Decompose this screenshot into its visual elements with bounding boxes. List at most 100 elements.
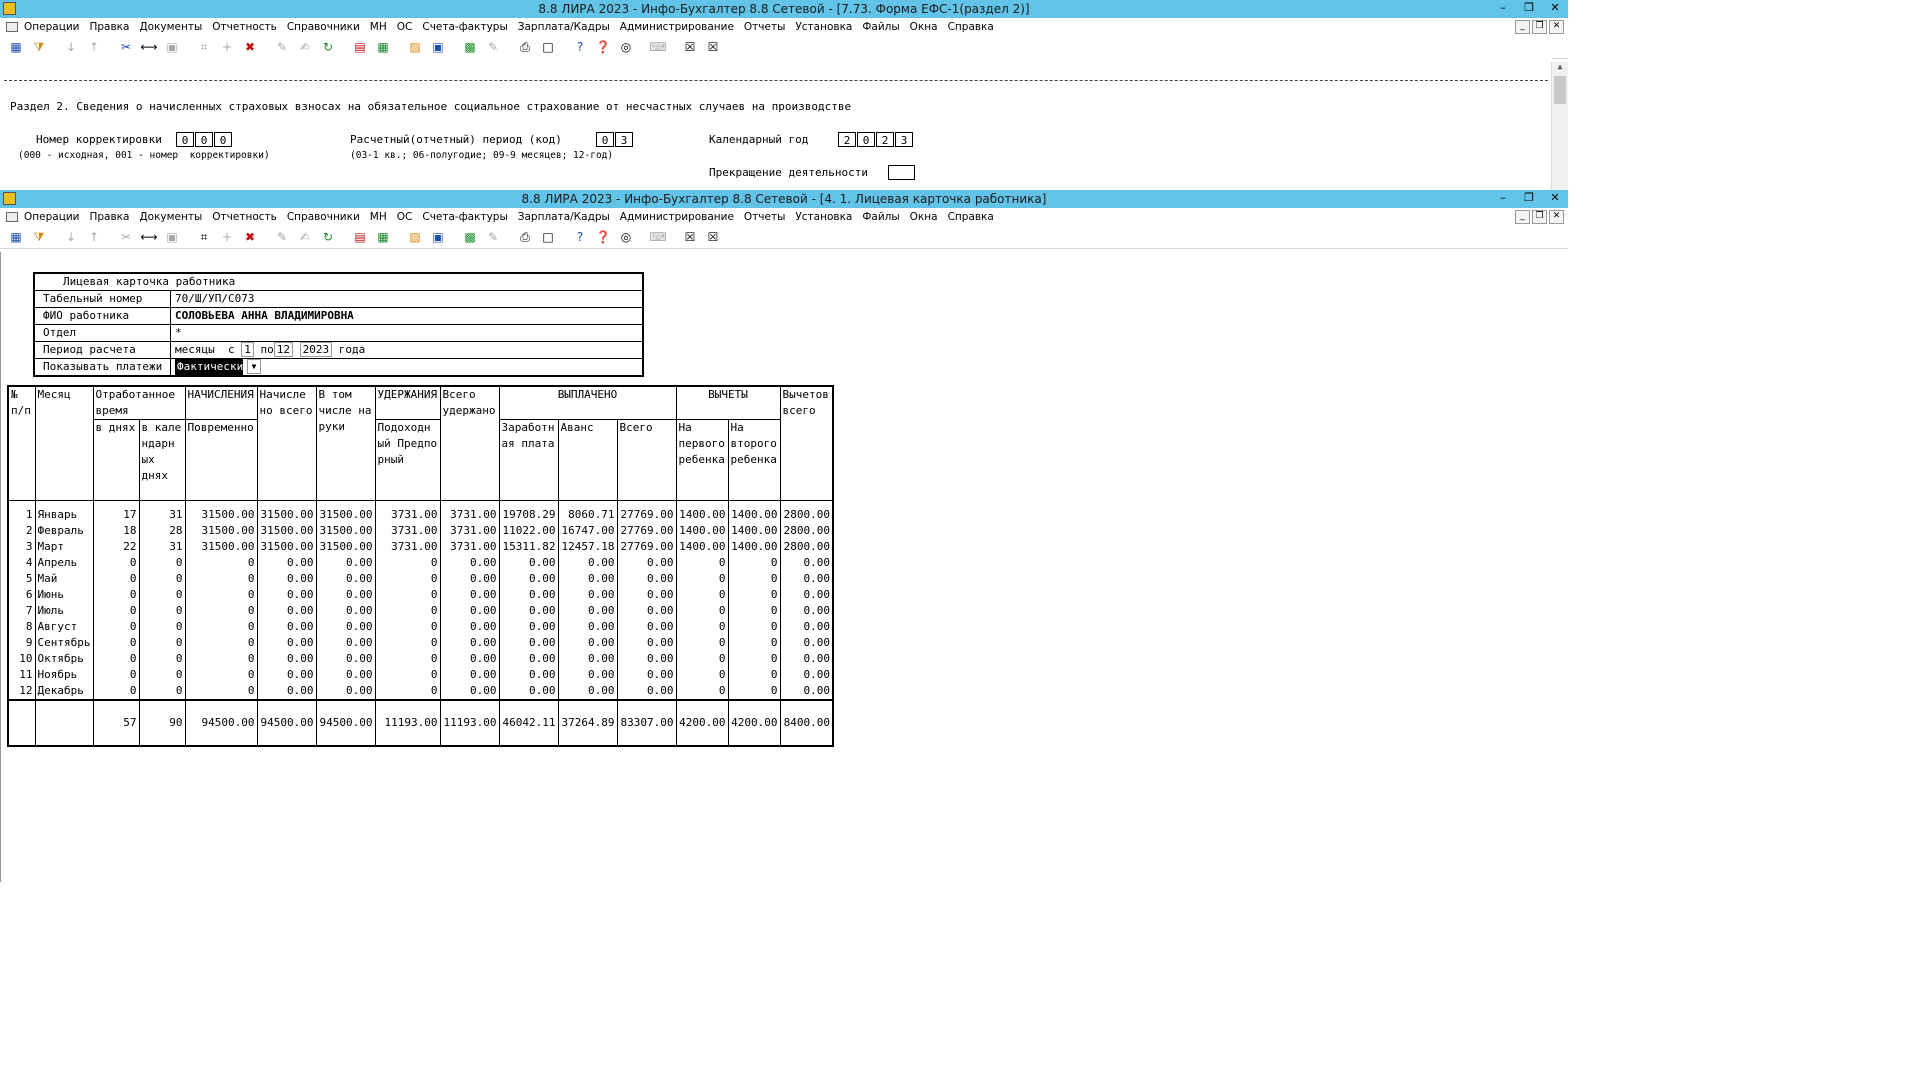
doc-minimize-button[interactable]: _ <box>1515 210 1530 224</box>
withheld-total-cell[interactable]: 0.00 <box>439 683 500 700</box>
second-child-deduction-cell[interactable]: 0 <box>727 635 781 651</box>
deductions-total-cell[interactable]: 0.00 <box>779 619 834 635</box>
days-worked-cell[interactable]: 0 <box>92 683 140 700</box>
net-pay-cell[interactable]: 0.00 <box>315 555 376 571</box>
income-tax-cell[interactable]: 0 <box>374 619 441 635</box>
time-based-accrual-cell[interactable]: 31500.00 <box>184 523 258 539</box>
table-row[interactable]: 8 Август 0 0 0 0.00 0.00 0 0.00 0.00 0.00 0.00 0 0 0.0… <box>7 619 834 635</box>
calendar-days-cell[interactable]: 0 <box>138 683 186 700</box>
time-based-accrual-cell[interactable]: 0 <box>184 571 258 587</box>
second-child-deduction-cell[interactable]: 0 <box>727 603 781 619</box>
scroll-up-icon[interactable]: ▲ <box>1552 62 1568 71</box>
withheld-total-cell[interactable]: 0.00 <box>439 651 500 667</box>
advance-paid-cell[interactable]: 12457.18 <box>557 539 618 555</box>
income-tax-cell[interactable]: 0 <box>374 555 441 571</box>
second-child-deduction-cell[interactable]: 0 <box>727 651 781 667</box>
paid-total-cell[interactable]: 27769.00 <box>616 539 677 555</box>
table-row[interactable]: 11 Ноябрь 0 0 0 0.00 0.00 0 0.00 0.00 0.00 0.00 0 0 0.… <box>7 667 834 683</box>
paste-icon[interactable]: ▣ <box>162 38 182 56</box>
second-child-deduction-cell[interactable]: 0 <box>727 571 781 587</box>
open-folder-icon[interactable]: ▨ <box>405 228 425 246</box>
deductions-total-cell[interactable]: 0.00 <box>779 555 834 571</box>
advance-paid-cell[interactable]: 0.00 <box>557 651 618 667</box>
first-child-deduction-cell[interactable]: 1400.00 <box>675 523 729 539</box>
minimize-button[interactable]: – <box>1490 190 1516 208</box>
number-format-icon[interactable]: ⌗ <box>194 228 214 246</box>
days-worked-cell[interactable]: 0 <box>92 619 140 635</box>
calendar-days-cell[interactable]: 0 <box>138 603 186 619</box>
days-worked-cell[interactable]: 17 <box>92 500 140 523</box>
month-name-cell[interactable]: Декабрь <box>34 683 94 700</box>
menu-reporting[interactable]: Отчетность <box>212 21 277 33</box>
menu-invoices[interactable]: Счета-фактуры <box>422 211 507 223</box>
department-field[interactable]: * <box>171 325 642 341</box>
close-all-icon[interactable]: ☒ <box>703 38 723 56</box>
column-width-icon[interactable]: ⟷ <box>139 228 159 246</box>
filter-icon[interactable]: ⧩ <box>29 228 49 246</box>
calendar-days-cell[interactable]: 31 <box>138 539 186 555</box>
menu-os[interactable]: ОС <box>397 211 413 223</box>
salary-paid-cell[interactable]: 0.00 <box>498 603 559 619</box>
deductions-total-cell[interactable]: 0.00 <box>779 571 834 587</box>
menu-admin[interactable]: Администрирование <box>620 21 734 33</box>
menu-edit[interactable]: Правка <box>89 21 129 33</box>
time-based-accrual-cell[interactable]: 0 <box>184 619 258 635</box>
print-icon[interactable]: ⎙ <box>515 38 535 56</box>
paste-icon[interactable]: ▣ <box>162 228 182 246</box>
menu-windows[interactable]: Окна <box>910 21 938 33</box>
time-based-accrual-cell[interactable]: 0 <box>184 603 258 619</box>
help-icon[interactable]: ? <box>570 228 590 246</box>
withheld-total-cell[interactable]: 0.00 <box>439 555 500 571</box>
mark-all-icon[interactable]: ✍ <box>295 228 315 246</box>
deductions-total-cell[interactable]: 0.00 <box>779 587 834 603</box>
menu-operations[interactable]: Операции <box>24 211 79 223</box>
accrued-total-cell[interactable]: 0.00 <box>256 555 317 571</box>
time-based-accrual-cell[interactable]: 31500.00 <box>184 500 258 523</box>
calendar-days-cell[interactable]: 31 <box>138 500 186 523</box>
first-child-deduction-cell[interactable]: 1400.00 <box>675 539 729 555</box>
net-pay-cell[interactable]: 0.00 <box>315 619 376 635</box>
salary-paid-cell[interactable]: 0.00 <box>498 667 559 683</box>
menu-reports[interactable]: Отчеты <box>744 211 785 223</box>
doc-close-button[interactable]: ✕ <box>1549 210 1564 224</box>
sort-asc-icon[interactable]: ↓ <box>61 228 81 246</box>
doc-close-button[interactable]: ✕ <box>1549 20 1564 34</box>
paid-total-cell[interactable]: 0.00 <box>616 555 677 571</box>
days-worked-cell[interactable]: 0 <box>92 571 140 587</box>
menu-reporting[interactable]: Отчетность <box>212 211 277 223</box>
doc-minimize-button[interactable]: _ <box>1515 20 1530 34</box>
efs1-vertical-scrollbar[interactable]: ▲ <box>1551 62 1568 190</box>
close-doc-icon[interactable]: ☒ <box>680 38 700 56</box>
withheld-total-cell[interactable]: 0.00 <box>439 587 500 603</box>
deductions-total-cell[interactable]: 2800.00 <box>779 523 834 539</box>
menu-invoices[interactable]: Счета-фактуры <box>422 21 507 33</box>
calendar-days-cell[interactable]: 0 <box>138 667 186 683</box>
context-help-icon[interactable]: ❓ <box>593 228 613 246</box>
table-row[interactable]: 6 Июнь 0 0 0 0.00 0.00 0 0.00 0.00 0.00 0.00 0 0 0.00 <box>7 587 834 603</box>
accrued-total-cell[interactable]: 0.00 <box>256 603 317 619</box>
accrued-total-cell[interactable]: 0.00 <box>256 587 317 603</box>
table-row[interactable]: 9 Сентябрь 0 0 0 0.00 0.00 0 0.00 0.00 0.00 0.00 0 0 0… <box>7 635 834 651</box>
withheld-total-cell[interactable]: 3731.00 <box>439 500 500 523</box>
calendar-days-cell[interactable]: 28 <box>138 523 186 539</box>
table-row[interactable]: 4 Апрель 0 0 0 0.00 0.00 0 0.00 0.00 0.00 0.00 0 0 0.0… <box>7 555 834 571</box>
row-number-cell[interactable]: 3 <box>7 539 36 555</box>
days-worked-cell[interactable]: 0 <box>92 667 140 683</box>
menu-directories[interactable]: Справочники <box>287 211 360 223</box>
menu-salary[interactable]: Зарплата/Кадры <box>518 211 610 223</box>
sort-asc-icon[interactable]: ↓ <box>61 38 81 56</box>
income-tax-cell[interactable]: 0 <box>374 635 441 651</box>
accrued-total-cell[interactable]: 0.00 <box>256 667 317 683</box>
time-based-accrual-cell[interactable]: 0 <box>184 667 258 683</box>
withheld-total-cell[interactable]: 0.00 <box>439 603 500 619</box>
income-tax-cell[interactable]: 0 <box>374 571 441 587</box>
menu-help[interactable]: Справка <box>948 21 994 33</box>
pdf-icon[interactable]: ▤ <box>350 228 370 246</box>
menu-mn[interactable]: МН <box>370 21 387 33</box>
table-view-icon[interactable]: ▦ <box>6 38 26 56</box>
first-child-deduction-cell[interactable]: 0 <box>675 571 729 587</box>
menu-settings[interactable]: Установка <box>795 211 852 223</box>
income-tax-cell[interactable]: 0 <box>374 683 441 700</box>
net-pay-cell[interactable]: 0.00 <box>315 683 376 700</box>
menu-documents[interactable]: Документы <box>139 211 202 223</box>
